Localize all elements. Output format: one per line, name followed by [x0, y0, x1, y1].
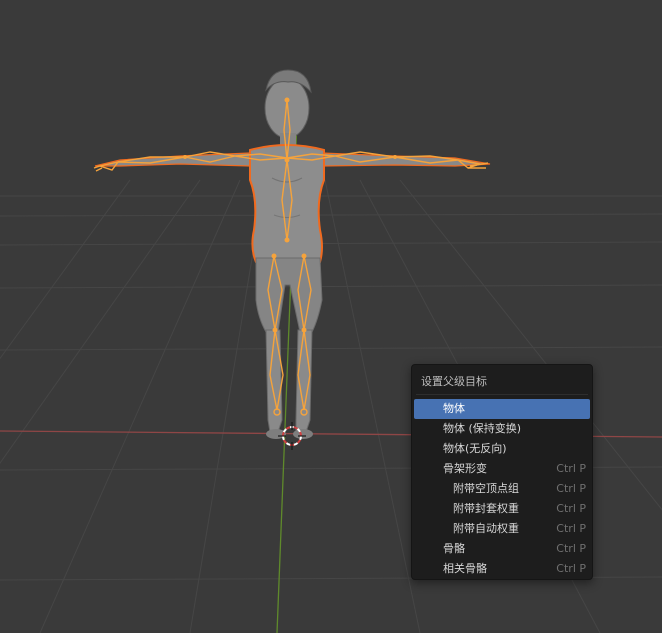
menu-item-with-automatic-weights[interactable]: 附带自动权重 Ctrl P	[414, 519, 590, 539]
menu-item-label: 物体 (保持变换)	[443, 422, 522, 435]
menu-item-label: 附带封套权重	[453, 502, 519, 515]
menu-title: 设置父级目标	[421, 375, 487, 388]
menu-item-object[interactable]: 物体	[414, 399, 590, 419]
menu-item-label: 骨骼	[443, 542, 465, 555]
menu-items: 物体 物体 (保持变换) 物体(无反向) 骨架形变 Ctrl P 附带空顶点组 …	[414, 399, 590, 579]
menu-item-shortcut: Ctrl P	[556, 482, 586, 495]
menu-item-shortcut: Ctrl P	[556, 542, 586, 555]
menu-item-label: 物体(无反向)	[443, 442, 507, 455]
menu-item-label: 附带自动权重	[453, 522, 519, 535]
menu-item-shortcut: Ctrl P	[556, 562, 586, 575]
set-parent-menu: 设置父级目标 物体 物体 (保持变换) 物体(无反向) 骨架形变 Ctrl P …	[411, 364, 593, 580]
menu-item-bone-relative[interactable]: 相关骨骼 Ctrl P	[414, 559, 590, 579]
menu-item-label: 相关骨骼	[443, 562, 487, 575]
menu-separator	[416, 394, 588, 395]
menu-item-label: 附带空顶点组	[453, 482, 519, 495]
menu-item-shortcut: Ctrl P	[556, 502, 586, 515]
menu-item-shortcut: Ctrl P	[556, 462, 586, 475]
menu-item-armature-deform[interactable]: 骨架形变 Ctrl P	[414, 459, 590, 479]
menu-item-shortcut: Ctrl P	[556, 522, 586, 535]
menu-item-object-without-inverse[interactable]: 物体(无反向)	[414, 439, 590, 459]
menu-item-label: 骨架形变	[443, 462, 487, 475]
menu-item-bone[interactable]: 骨骼 Ctrl P	[414, 539, 590, 559]
menu-item-with-empty-groups[interactable]: 附带空顶点组 Ctrl P	[414, 479, 590, 499]
menu-item-object-keep-transform[interactable]: 物体 (保持变换)	[414, 419, 590, 439]
menu-item-with-envelope-weights[interactable]: 附带封套权重 Ctrl P	[414, 499, 590, 519]
menu-item-label: 物体	[443, 402, 465, 415]
